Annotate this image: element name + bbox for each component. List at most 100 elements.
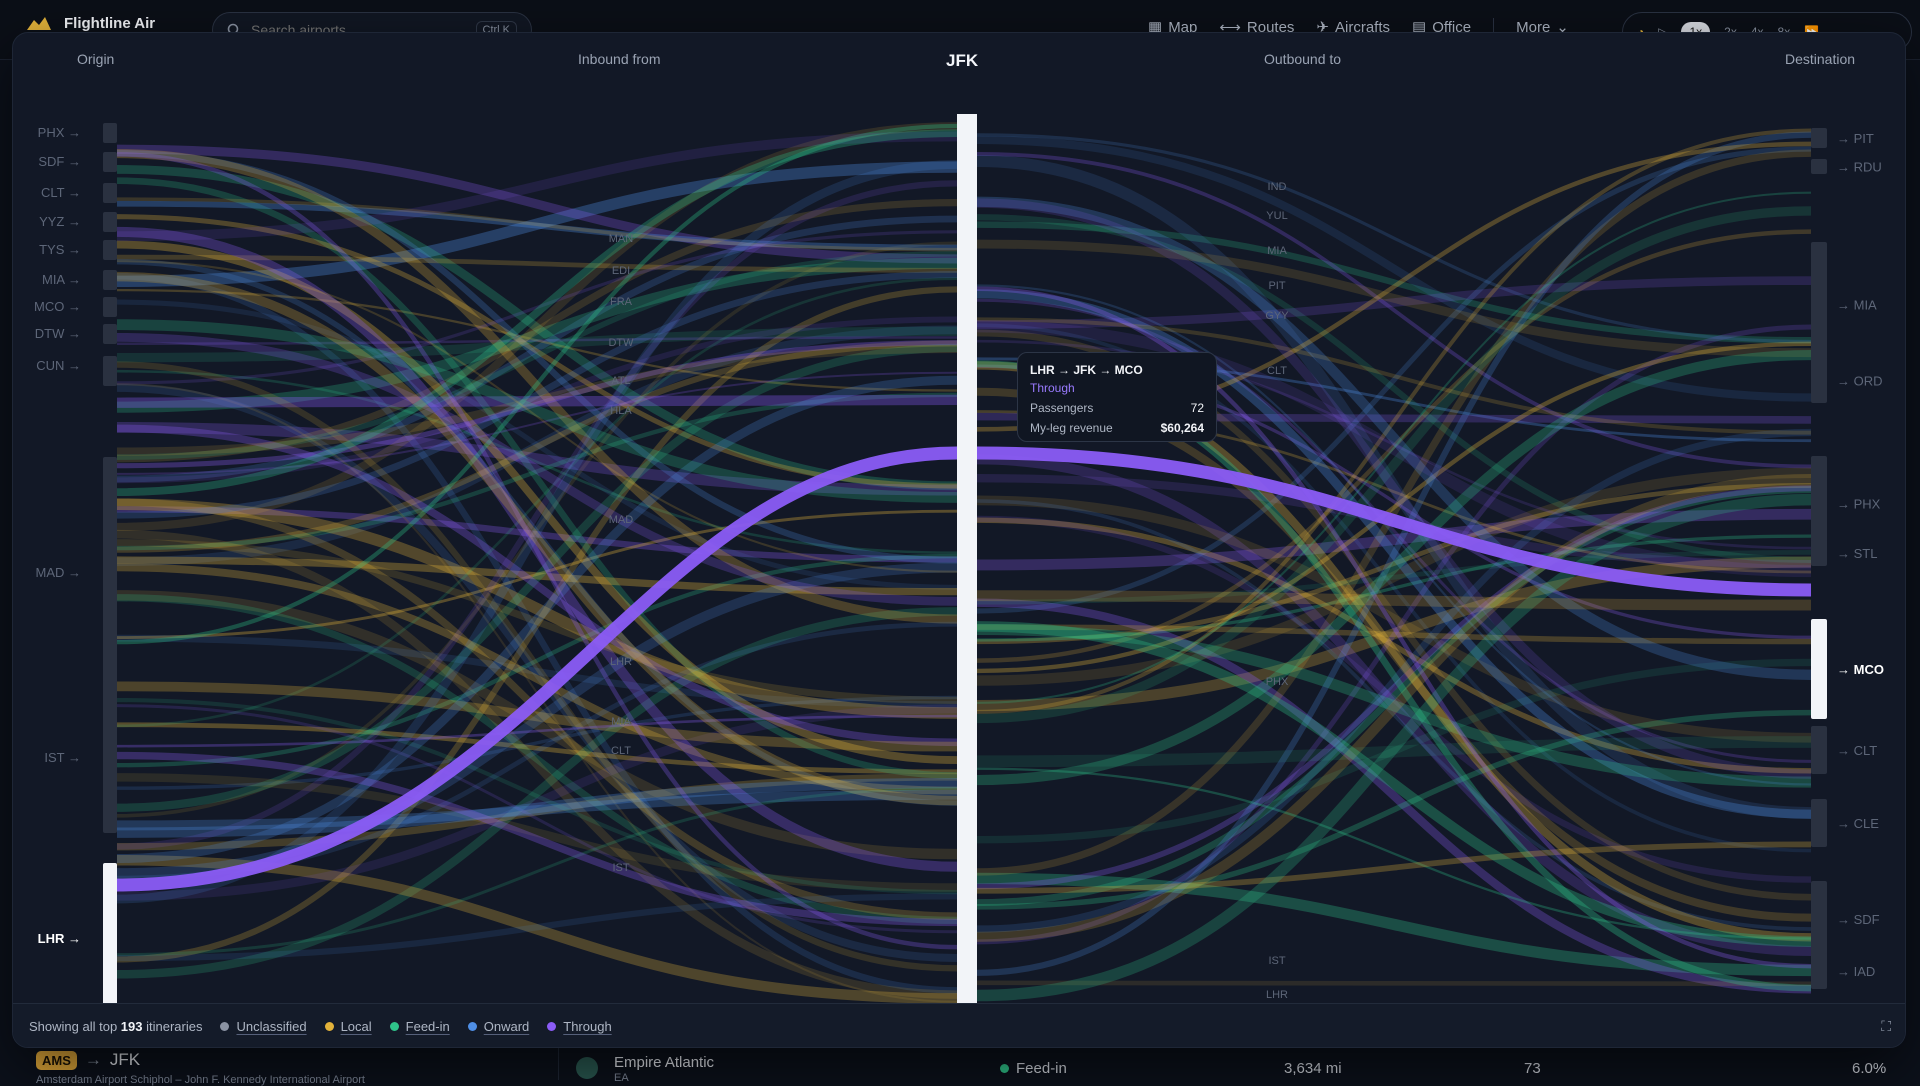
inbound-label: CLT — [611, 745, 631, 757]
inbound-label: HLA — [610, 405, 632, 417]
destination-node — [1811, 799, 1827, 847]
origin-header: Origin — [77, 51, 115, 67]
table-divider — [558, 1048, 559, 1080]
inbound-label: ATL — [611, 375, 630, 387]
inbound-header: Inbound from — [578, 51, 661, 67]
origin-label: YYZ → — [39, 214, 81, 229]
traffic-type: Feed-in — [1000, 1060, 1067, 1077]
brand[interactable]: Flightline Air — [26, 14, 155, 32]
origin-node — [103, 212, 117, 232]
destination-node — [1811, 540, 1827, 566]
destination-label: → PIT — [1837, 131, 1874, 146]
table-row-route[interactable]: AMS → JFK — [36, 1050, 140, 1070]
origin-label: CLT → — [41, 185, 81, 200]
origin-node — [103, 681, 117, 833]
passengers-cell: 73 — [1524, 1060, 1541, 1077]
destination-node — [1811, 953, 1827, 989]
origin-node — [103, 356, 117, 386]
destination-node — [1811, 128, 1827, 148]
expand-icon[interactable]: ⛶ — [1881, 1018, 1891, 1035]
inbound-label: FRA — [610, 296, 633, 308]
origin-label: PHX → — [38, 125, 81, 140]
origin-node — [103, 863, 117, 1003]
destination-node — [1811, 242, 1827, 367]
origin-label: MIA → — [42, 272, 81, 287]
outbound-label: PHX — [1266, 676, 1289, 688]
destination-label: → MCO — [1837, 662, 1884, 677]
destination-node — [1811, 881, 1827, 957]
destination-label: → ORD — [1837, 374, 1883, 389]
inbound-label: IST — [612, 862, 629, 874]
tooltip-kind: Through — [1030, 381, 1075, 395]
origin-node — [103, 183, 117, 203]
legend-footer: Showing all top 193 itineraries Unclassi… — [13, 1003, 1905, 1047]
origin-node — [103, 297, 117, 317]
tooltip-passengers: Passengers 72 — [1030, 401, 1204, 415]
app-name: Flightline Air — [64, 14, 156, 32]
destination-label: → MIA — [1837, 298, 1877, 313]
legend-unclassified[interactable]: Unclassified — [220, 1019, 307, 1034]
airline-logo-icon — [576, 1057, 598, 1079]
destination-label: → CLT — [1837, 743, 1877, 758]
share-cell: 6.0% — [1852, 1060, 1887, 1077]
outbound-label: MIA — [1267, 245, 1287, 257]
outbound-label: LHR — [1266, 989, 1288, 1001]
destination-node — [1811, 726, 1827, 774]
airline-name: Empire Atlantic — [614, 1054, 715, 1071]
inbound-label: EDI — [612, 265, 630, 277]
outbound-label: IND — [1268, 181, 1287, 193]
legend-through[interactable]: Through — [547, 1019, 612, 1034]
flow-tooltip: LHR → JFK → MCO Through Passengers 72 My-… — [1017, 352, 1217, 442]
destination-label: → CLE — [1837, 816, 1879, 831]
origin-label: MCO → — [34, 299, 81, 314]
origin-node — [103, 123, 117, 143]
hub-header: JFK — [946, 51, 979, 70]
origin-label: SDF → — [38, 154, 81, 169]
arrow-right-icon: → — [84, 1050, 102, 1069]
distance-cell: 3,634 mi — [1284, 1060, 1342, 1077]
destination-label: → PHX — [1837, 497, 1881, 512]
itinerary-sankey: PHX → SDF → CLT → YYZ → TYS → MIA → MCO → DTW →… — [34, 114, 1884, 1003]
destination-node — [1811, 358, 1827, 403]
origin-label: IST → — [44, 750, 81, 765]
origin-node — [103, 324, 117, 344]
destination-label: → STL — [1837, 546, 1877, 561]
origin-badge: AMS — [36, 1050, 77, 1070]
tooltip-route: LHR → JFK → MCO — [1030, 363, 1143, 377]
legend-onward[interactable]: Onward — [467, 1019, 529, 1034]
inbound-label: MAD — [609, 514, 634, 526]
airline-code: EA — [614, 1072, 629, 1084]
hub-node — [957, 114, 977, 1003]
origin-label: TYS → — [39, 242, 81, 257]
outbound-label: CLT — [1267, 365, 1287, 377]
outbound-label: IST — [1268, 955, 1285, 967]
origin-label: DTW → — [35, 326, 81, 341]
outbound-label: GYY — [1265, 310, 1289, 322]
itinerary-count: Showing all top 193 itineraries — [29, 1019, 203, 1034]
type-dot — [1000, 1064, 1009, 1073]
inbound-label: MIA — [611, 716, 631, 728]
flow-ribbon[interactable] — [976, 590, 1812, 611]
outbound-label: YUL — [1266, 210, 1287, 222]
logo-icon — [27, 17, 51, 30]
origin-node — [103, 270, 117, 290]
tooltip-revenue: My-leg revenue $60,264 — [1030, 421, 1204, 435]
destination-label: → SDF — [1837, 912, 1880, 927]
legend-local[interactable]: Local — [324, 1019, 372, 1034]
destination-header: Destination — [1785, 51, 1856, 67]
dest-code: JFK — [109, 1050, 141, 1069]
inbound-label: LHR — [610, 656, 632, 668]
legend-feed-in[interactable]: Feed-in — [389, 1019, 450, 1034]
origin-label: MAD → — [36, 565, 82, 580]
origin-label: CUN → — [36, 358, 81, 373]
outbound-label: PIT — [1268, 280, 1285, 292]
destination-label: → RDU — [1837, 160, 1882, 175]
destination-label: → IAD — [1837, 964, 1875, 979]
inbound-label: DTW — [608, 337, 634, 349]
route-subtitle: Amsterdam Airport Schiphol – John F. Ken… — [36, 1074, 365, 1086]
origin-node — [103, 457, 117, 687]
origin-label: LHR → — [38, 931, 81, 946]
itinerary-flow-modal: PHX → SDF → CLT → YYZ → TYS → MIA → MCO → DTW →… — [12, 32, 1906, 1048]
destination-node — [1811, 159, 1827, 174]
destination-node — [1811, 619, 1827, 719]
